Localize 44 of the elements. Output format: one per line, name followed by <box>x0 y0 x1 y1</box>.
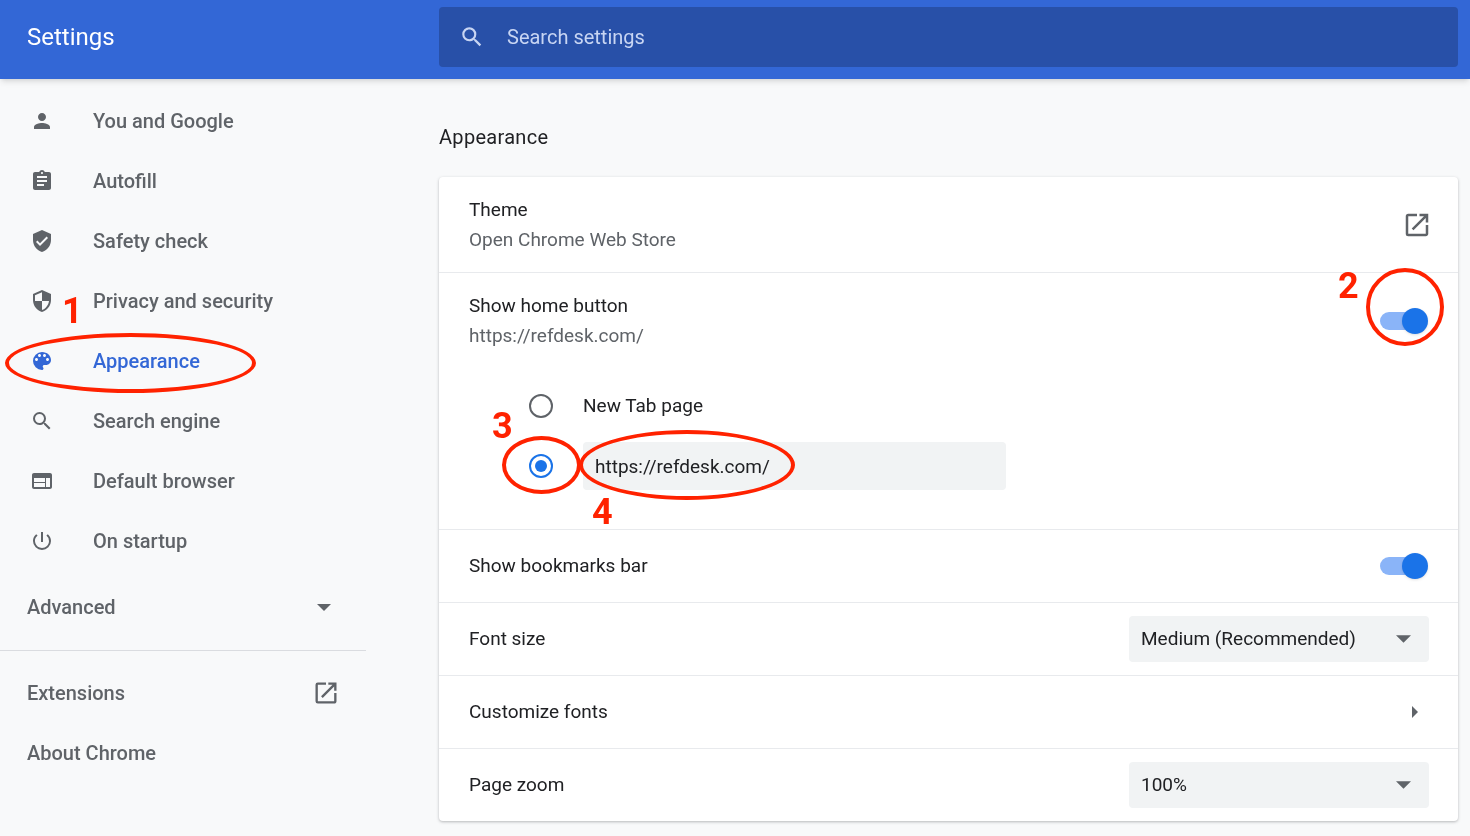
annotation-number: 1 <box>62 293 83 329</box>
setting-label: Theme <box>469 196 529 223</box>
toggle-switch[interactable] <box>1380 553 1428 579</box>
setting-label: Page zoom <box>469 772 566 798</box>
sidebar-item[interactable]: Safety check <box>0 211 300 271</box>
setting-label: Show home button <box>469 292 630 319</box>
sidebar-item[interactable]: On startup <box>0 511 300 571</box>
sidebar-item[interactable]: Appearance <box>0 331 300 391</box>
power-icon <box>30 529 54 553</box>
radio-label: New Tab page <box>583 392 703 419</box>
palette-icon <box>30 349 54 373</box>
submenu-arrow-button[interactable] <box>1412 706 1418 718</box>
clipboard-icon <box>30 169 54 193</box>
setting-label: Customize fonts <box>469 699 609 725</box>
section-heading: Appearance <box>439 124 550 150</box>
toggle-switch[interactable] <box>1380 307 1428 334</box>
setting-description: Open Chrome Web Store <box>469 226 677 253</box>
page-title: Settings <box>27 22 115 53</box>
sidebar-link[interactable]: About Chrome <box>0 723 366 783</box>
dropdown[interactable]: Medium (Recommended) <box>1129 616 1429 662</box>
setting-label: Show bookmarks bar <box>469 553 649 579</box>
annotation-number: 3 <box>492 408 513 444</box>
caret-icon <box>1396 635 1411 643</box>
search-input[interactable]: Search settings <box>507 22 1458 52</box>
setting-description: https://refdesk.com/ <box>469 322 645 349</box>
caret-icon <box>1396 781 1411 789</box>
setting-label: Font size <box>469 626 547 652</box>
annotation-number: 4 <box>592 494 613 530</box>
sidebar-item[interactable]: Autofill <box>0 151 300 211</box>
annotation-number: 2 <box>1338 267 1359 304</box>
caret-right-icon <box>1412 706 1418 718</box>
sidebar-item[interactable]: You and Google <box>0 91 300 151</box>
radio-button[interactable] <box>529 454 553 478</box>
dropdown[interactable]: 100% <box>1129 762 1429 808</box>
sidebar-item[interactable]: Default browser <box>0 451 300 511</box>
shield-icon <box>30 289 54 313</box>
sidebar-item[interactable]: Search engine <box>0 391 300 451</box>
search-field[interactable]: Search settings <box>439 7 1458 67</box>
caret-icon <box>317 603 331 611</box>
radio-button[interactable] <box>529 394 553 418</box>
advanced-section-toggle[interactable]: Advanced <box>0 583 366 631</box>
sidebar-link[interactable]: Extensions <box>0 663 366 723</box>
shield-check-icon <box>30 229 54 253</box>
url-input-field[interactable]: https://refdesk.com/ <box>583 442 1006 490</box>
